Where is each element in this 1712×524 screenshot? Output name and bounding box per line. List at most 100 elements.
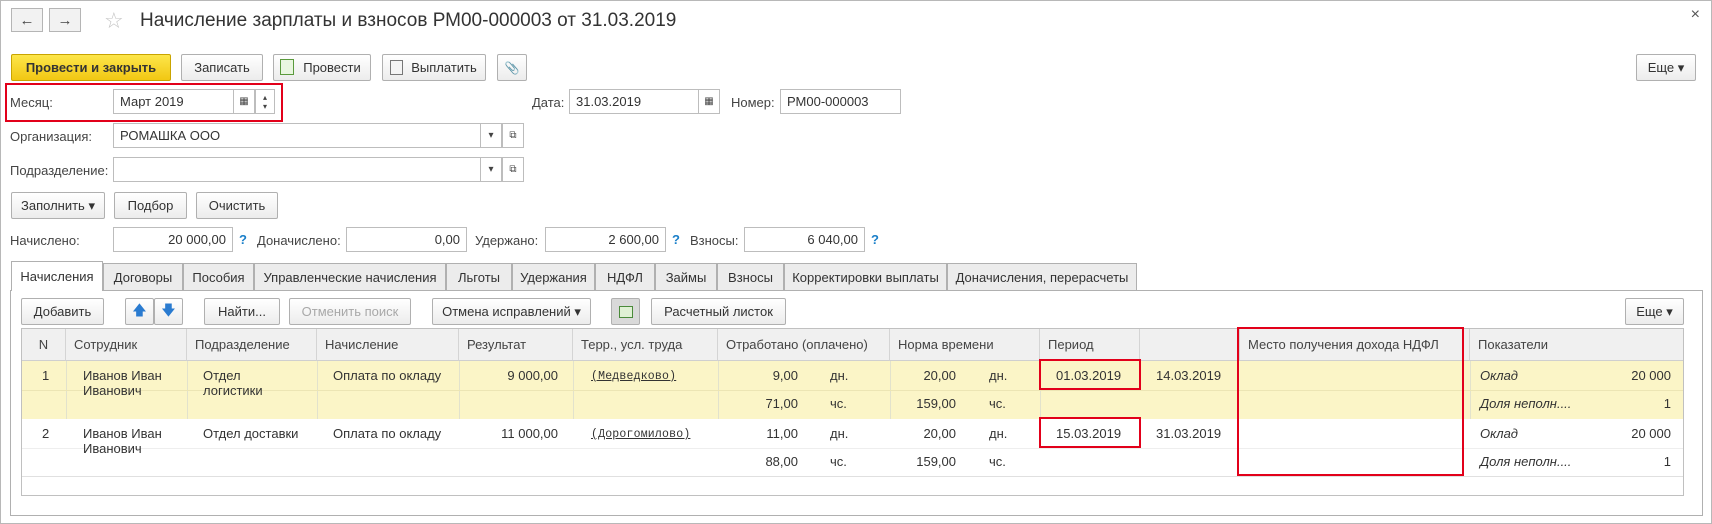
month-field[interactable]: Март 2019	[113, 89, 234, 114]
tab-contributions[interactable]: Взносы	[717, 263, 784, 290]
col-accrual[interactable]: Начисление	[317, 329, 459, 361]
save-button[interactable]: Записать	[181, 54, 263, 81]
row-subdivider	[22, 390, 1683, 391]
tab-accruals[interactable]: Начисления	[11, 261, 103, 290]
col-department[interactable]: Подразделение	[187, 329, 317, 361]
date-calendar-icon[interactable]: ▦	[698, 89, 720, 114]
move-down-button[interactable]: 🡇	[154, 298, 183, 325]
month-spin-icon[interactable]: ▴ ▾	[255, 89, 275, 114]
department-name: Отдел доставки	[203, 426, 299, 441]
extra-accrued-field: 0,00	[346, 227, 467, 252]
department-open-icon[interactable]: ⧉	[502, 157, 524, 182]
post-button[interactable]: Провести	[273, 54, 371, 81]
tab-ndfl[interactable]: НДФЛ	[595, 263, 655, 290]
tab-management-accruals[interactable]: Управленческие начисления	[254, 263, 446, 290]
department-label: Подразделение:	[10, 163, 109, 178]
date-label: Дата:	[532, 95, 565, 110]
col-period-end[interactable]	[1140, 329, 1240, 361]
col-indicators[interactable]: Показатели	[1470, 329, 1683, 361]
pay-button[interactable]: Выплатить	[382, 54, 486, 81]
accrual-type: Оплата по окладу	[333, 426, 442, 441]
indicator-name: Доля неполн....	[1480, 454, 1572, 469]
number-field[interactable]: РМ00-000003	[780, 89, 901, 114]
cancel-fixes-button[interactable]: Отмена исправлений ▾	[432, 298, 591, 325]
cancel-search-button[interactable]: Отменить поиск	[289, 298, 411, 325]
organization-open-icon[interactable]: ⧉	[502, 123, 524, 148]
tab-loans[interactable]: Займы	[655, 263, 717, 290]
col-territory[interactable]: Терр., усл. труда	[573, 329, 718, 361]
back-button[interactable]: ←	[11, 8, 43, 32]
col-employee[interactable]: Сотрудник	[66, 329, 187, 361]
tab-withholdings[interactable]: Удержания	[512, 263, 595, 290]
tab-deductions[interactable]: Льготы	[446, 263, 512, 290]
grid-more-button[interactable]: Еще ▾	[1625, 298, 1684, 325]
calendar-icon[interactable]: ▦	[233, 89, 255, 114]
withheld-help-icon[interactable]: ?	[672, 232, 680, 247]
row-number: 2	[42, 426, 50, 441]
post-button-label: Провести	[303, 60, 361, 75]
organization-dropdown-icon[interactable]: ▾	[480, 123, 502, 148]
col-period[interactable]: Период	[1040, 329, 1140, 361]
post-and-close-button[interactable]: Провести и закрыть	[11, 54, 171, 81]
tab-benefits[interactable]: Пособия	[183, 263, 254, 290]
result-value: 9 000,00	[507, 368, 558, 383]
close-icon[interactable]: ×	[1691, 6, 1700, 24]
col-ndfl-place[interactable]: Место получения дохода НДФЛ	[1240, 329, 1470, 361]
col-worked[interactable]: Отработано (оплачено)	[718, 329, 890, 361]
col-n[interactable]: N	[22, 329, 66, 361]
active-tab-joint	[12, 289, 102, 292]
territory-link[interactable]: (Дорогомилово)	[591, 427, 690, 442]
worked-hours-unit: чс.	[830, 454, 847, 469]
tab-payment-corrections[interactable]: Корректировки выплаты	[784, 263, 947, 290]
norm-hours-unit: чс.	[989, 396, 1006, 411]
tab-contracts[interactable]: Договоры	[103, 263, 183, 290]
worked-days: 11,00	[766, 426, 798, 441]
norm-days: 20,00	[923, 368, 956, 383]
paperclip-icon: 📎	[504, 60, 520, 75]
indicator-value: 1	[1663, 396, 1671, 411]
period-end: 14.03.2019	[1156, 368, 1222, 383]
favorite-star-icon[interactable]: ☆	[104, 8, 124, 34]
fill-button[interactable]: Заполнить ▾	[11, 192, 105, 219]
indicator-value: 20 000	[1631, 426, 1671, 441]
accrued-help-icon[interactable]: ?	[239, 232, 247, 247]
department-name-2: логистики	[203, 383, 263, 398]
find-button[interactable]: Найти...	[204, 298, 280, 325]
forward-button[interactable]: →	[49, 8, 81, 32]
department-field[interactable]	[113, 157, 481, 182]
organization-label: Организация:	[10, 129, 93, 144]
department-dropdown-icon[interactable]: ▾	[480, 157, 502, 182]
table-settings-button[interactable]	[611, 298, 640, 325]
organization-field[interactable]: РОМАШКА ООО	[113, 123, 481, 148]
accrued-label: Начислено:	[10, 233, 80, 248]
date-field[interactable]: 31.03.2019	[569, 89, 700, 114]
indicator-name: Доля неполн....	[1480, 396, 1572, 411]
employee-patronymic: Иванович	[83, 441, 142, 456]
department-name: Отдел	[203, 368, 241, 383]
indicator-value: 20 000	[1631, 368, 1671, 383]
worked-days-unit: дн.	[830, 368, 849, 383]
worked-days-unit: дн.	[830, 426, 849, 441]
col-result[interactable]: Результат	[459, 329, 573, 361]
norm-days-unit: дн.	[989, 368, 1008, 383]
period-start: 15.03.2019	[1056, 426, 1122, 441]
attach-button[interactable]: 📎	[497, 54, 527, 81]
territory-link[interactable]: (Медведково)	[591, 369, 676, 384]
number-label: Номер:	[731, 95, 775, 110]
select-button[interactable]: Подбор	[114, 192, 187, 219]
payslip-button[interactable]: Расчетный листок	[651, 298, 786, 325]
add-button[interactable]: Добавить	[21, 298, 104, 325]
move-up-button[interactable]: 🡅	[125, 298, 154, 325]
clear-button[interactable]: Очистить	[196, 192, 278, 219]
employee-name: Иванов Иван	[83, 426, 162, 441]
month-label: Месяц:	[10, 95, 53, 110]
post-document-icon	[280, 59, 294, 75]
contributions-help-icon[interactable]: ?	[871, 232, 879, 247]
col-time-norm[interactable]: Норма времени	[890, 329, 1040, 361]
more-button[interactable]: Еще ▾	[1636, 54, 1696, 81]
pay-button-label: Выплатить	[411, 60, 477, 75]
tab-recalculations[interactable]: Доначисления, перерасчеты	[947, 263, 1137, 290]
employee-patronymic: Иванович	[83, 383, 142, 398]
norm-hours: 159,00	[916, 454, 956, 469]
worked-days: 9,00	[772, 368, 798, 383]
